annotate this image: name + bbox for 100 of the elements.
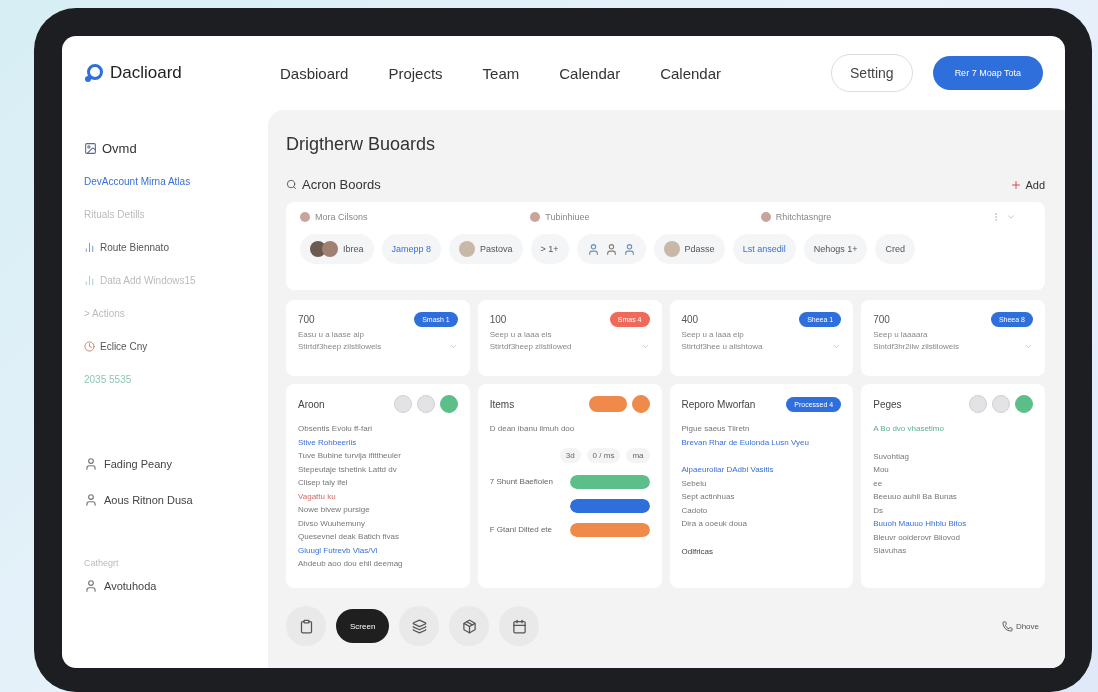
dock-button[interactable] — [499, 606, 540, 646]
chevron-icon[interactable] — [832, 342, 842, 351]
list-line: A Bo dvo vhasetimo — [873, 423, 945, 435]
list-line: Brevan Rhar de Eulonda Lusn Vyeu — [681, 436, 810, 449]
action-dot[interactable] — [416, 395, 435, 413]
chevron-icon[interactable] — [640, 342, 650, 351]
toggle-switch[interactable] — [588, 396, 627, 412]
list-line: Divso Wuuhemuny — [298, 517, 366, 530]
user-name: Avotuhoda — [104, 580, 157, 592]
sidebar-label: Rituals Detills — [84, 209, 145, 220]
stat-line: Stirtdf3heep zilstiloweis — [298, 342, 382, 351]
list-line: Pigue saeus Tiiretn — [681, 423, 751, 435]
person-name: Aous Ritnon Dusa — [104, 494, 193, 506]
sidebar-item[interactable]: DevAccount Mirna Atlas — [84, 165, 268, 198]
layers-icon — [411, 618, 427, 634]
filter-chip[interactable]: Ibrea — [300, 234, 374, 264]
person-icon — [622, 242, 636, 256]
stat-line: Seep u laaaara — [873, 330, 929, 339]
dock-link[interactable]: Dhove — [995, 619, 1045, 633]
chevron-icon[interactable] — [1024, 342, 1033, 351]
nav-link[interactable]: Projects — [388, 64, 443, 82]
setting-button[interactable]: Setting — [831, 54, 913, 92]
list-line: Sept actinhuas — [681, 491, 736, 503]
control-segment[interactable]: 3d — [559, 447, 581, 463]
list-line: Gluugl Futrevb Vlas/Vi — [298, 544, 379, 557]
bar-label: F Gtanl Dilted ete — [489, 525, 553, 534]
filter-chip[interactable]: Lst ansedil — [732, 234, 796, 264]
phone-icon — [1001, 620, 1013, 632]
list-line: Slavuhas — [873, 545, 908, 557]
list-line: Obsentis Evolu ff-fari — [298, 423, 374, 435]
stat-value: 700 — [873, 314, 890, 325]
avatar-icon — [84, 493, 98, 507]
control-segment[interactable]: 0 / ms — [586, 447, 621, 463]
logo-icon — [84, 63, 104, 83]
filter-label: Mora Cilsons — [315, 212, 368, 222]
sidebar-item[interactable]: Eclice Cny — [84, 330, 268, 363]
list-line: Clisep taly ifel — [298, 477, 349, 489]
nav-link[interactable]: Team — [482, 64, 520, 82]
dock-tab[interactable]: Screen — [336, 609, 390, 643]
filter-label: Tubinhiuee — [545, 212, 590, 222]
primary-button[interactable]: Rer 7 Moap Tota — [932, 56, 1043, 90]
add-button[interactable]: Add — [1010, 178, 1045, 191]
sidebar-item[interactable]: Ovmd — [84, 132, 268, 165]
chevron-icon[interactable] — [448, 342, 458, 351]
brand-name: Daclioard — [110, 63, 182, 83]
nav-link[interactable]: Calendar — [660, 64, 721, 82]
column-title: Reporo Mworfan — [681, 398, 756, 410]
filter-chip[interactable]: Cred — [875, 234, 915, 264]
action-dot[interactable] — [631, 395, 650, 413]
search-icon — [286, 179, 297, 190]
sidebar-label: Data Add Windows15 — [100, 275, 196, 286]
stat-line: Seep u a laaa eip — [681, 330, 745, 339]
dock-button[interactable] — [449, 606, 490, 646]
sidebar-label: 2035 5535 — [84, 374, 132, 385]
filter-chip[interactable]: > 1+ — [530, 234, 569, 264]
sidebar-label: Route Biennato — [100, 242, 169, 253]
stat-value: 700 — [298, 314, 315, 325]
sidebar-item[interactable]: Route Biennato — [84, 231, 268, 264]
bar-label: 7 Shunt Baefiolen — [489, 477, 554, 486]
nav-link[interactable]: Calendar — [559, 64, 621, 82]
box-icon — [461, 618, 477, 634]
stat-line: Seep u a laaa eis — [489, 330, 553, 339]
dock-button[interactable] — [286, 606, 326, 646]
action-dot[interactable] — [439, 395, 458, 413]
clipboard-icon — [298, 618, 314, 634]
action-dot[interactable] — [393, 395, 412, 413]
chevron-icon[interactable] — [1006, 212, 1016, 222]
filter-chip[interactable]: Pdasse — [653, 234, 725, 264]
action-dot[interactable] — [969, 395, 987, 413]
sidebar-label: Ovmd — [102, 141, 137, 156]
list-line: Bleuvr ooiderovr Biiovod — [873, 531, 961, 544]
list-line: Vagattu ku — [298, 490, 337, 503]
section-title: Acron Boords — [302, 177, 381, 192]
person-icon — [586, 242, 600, 256]
dock-button[interactable] — [399, 606, 440, 646]
clock-icon — [84, 341, 95, 352]
list-line: Buuoh Mauuo Hhblu Bitos — [873, 518, 968, 530]
image-icon — [84, 142, 97, 155]
list-line: Odlfrlcas — [681, 545, 715, 558]
list-line: Stepeutaje tshetink Lattd dv — [298, 463, 398, 476]
filter-chip[interactable]: Pastova — [449, 234, 523, 264]
avatar-icon — [84, 579, 98, 593]
avatar-icon — [84, 457, 98, 471]
control-segment[interactable]: ma — [626, 447, 650, 463]
filter-chip[interactable] — [576, 234, 646, 264]
list-line: Tuve Bubine turvija ifittheuler — [298, 450, 402, 462]
list-line: Mou — [873, 464, 890, 476]
filter-chip[interactable]: Nehogs 1+ — [803, 234, 868, 264]
avatar-icon — [300, 212, 310, 222]
action-dot[interactable] — [992, 395, 1010, 413]
action-dot[interactable] — [1015, 395, 1033, 413]
list-line: Sebelu — [681, 477, 708, 490]
filter-chip[interactable]: Jamepp 8 — [381, 234, 442, 264]
column-title: Peges — [873, 398, 902, 410]
stat-line: Stirtdf3heep zilstilowed — [489, 342, 572, 351]
list-line: Nowe bivew pursige — [298, 504, 371, 516]
nav-link[interactable]: Dasbioard — [280, 64, 349, 82]
calendar-icon — [511, 618, 527, 634]
list-line: Ds — [873, 504, 885, 517]
avatar-icon — [530, 212, 541, 222]
